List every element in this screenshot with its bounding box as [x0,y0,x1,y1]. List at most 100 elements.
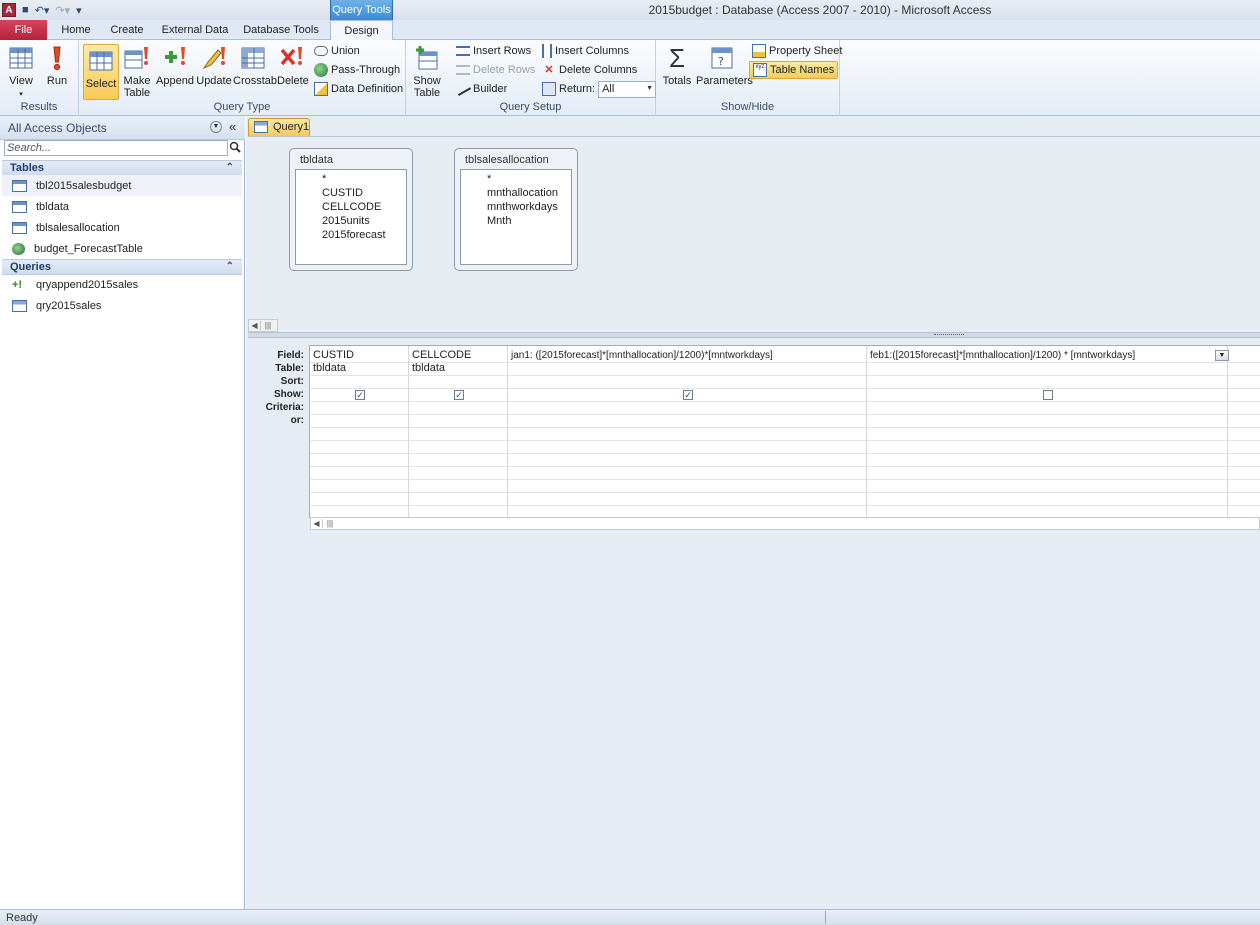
field-list: * mnthallocation mnthworkdays Mnth [460,169,572,265]
nav-menu-chevron-icon[interactable]: ▼ [210,121,222,133]
scroll-thumb[interactable]: ||| [323,519,337,528]
collapse-section-icon: ⌃ [225,261,234,272]
grid-row-line [310,440,1260,441]
field-item[interactable]: mnthworkdays [487,201,558,213]
append-query-icon: +! [12,278,23,291]
nav-query-item[interactable]: qry2015sales [2,295,242,316]
delete-columns-button[interactable]: ✕ Delete Columns [542,61,637,79]
delete-x-icon [280,47,302,66]
field-dropdown-button[interactable]: ▼ [1215,350,1229,361]
tab-query1[interactable]: Query1 [248,118,310,136]
show-table-icon [416,46,438,70]
grid-field-cell[interactable]: CELLCODE [412,349,471,362]
union-button[interactable]: Union [314,42,360,60]
grid-field-cell[interactable]: jan1: ([2015forecast]*[mnthallocation]/1… [511,349,773,362]
grid-scrollbar[interactable]: ◀ ||| [310,517,1260,530]
insert-columns-button[interactable]: Insert Columns [542,42,629,60]
tab-home[interactable]: Home [58,20,94,40]
grid-row-line [310,362,1260,363]
globe-icon [314,63,328,77]
grid-table-cell[interactable]: tbldata [313,362,346,375]
nav-table-item[interactable]: budget_ForecastTable [2,238,242,259]
return-combo[interactable]: All ▼ [598,80,657,98]
collapse-pane-icon[interactable]: « [229,119,236,134]
select-query-icon [12,299,27,312]
nav-search-input[interactable]: Search... [4,140,228,156]
field-item[interactable]: 2015units [322,215,370,227]
select-query-icon [89,51,113,71]
update-button[interactable]: Update [196,44,232,87]
run-button[interactable]: Run [43,44,71,87]
field-item[interactable]: * [322,173,326,185]
crosstab-icon [241,47,265,69]
undo-icon[interactable]: ↶▾ [35,4,50,17]
parameters-button[interactable]: ? Parameters [696,44,753,87]
delete-query-button[interactable]: Delete [277,44,309,87]
grid-row-line [310,466,1260,467]
grid-table-cell[interactable]: tbldata [412,362,445,375]
grid-field-cell[interactable]: feb1:([2015forecast]*[mnthallocation]/12… [870,349,1135,362]
property-sheet-button[interactable]: Property Sheet [752,42,842,60]
field-item[interactable]: Mnth [487,215,511,227]
table-names-button[interactable]: xyz Table Names [749,61,839,79]
row-label-or: or: [290,415,304,426]
show-checkbox[interactable]: ✓ [454,390,464,400]
tab-file[interactable]: File [0,20,47,40]
field-item[interactable]: CELLCODE [322,201,381,213]
field-item[interactable]: * [487,173,491,185]
group-show-hide: Σ Totals ? Parameters Property Sheet xyz… [656,40,842,116]
ribbon: View ▾ Run Results Select Make Table Appe… [0,40,1260,116]
delete-rows-button[interactable]: Delete Rows [456,61,535,79]
table-pane-scrollbar[interactable]: ◀ ||| [248,319,278,332]
pass-through-button[interactable]: Pass-Through [314,61,400,79]
table-box-tbldata[interactable]: tbldata * CUSTID CELLCODE 2015units 2015… [289,148,413,271]
field-item[interactable]: 2015forecast [322,229,386,241]
data-definition-icon [314,82,328,96]
group-results: View ▾ Run Results [0,40,79,116]
scroll-thumb[interactable]: ||| [261,321,275,330]
nav-query-item[interactable]: +! qryappend2015sales [2,274,242,295]
access-app-icon[interactable]: A [2,3,16,17]
field-item[interactable]: CUSTID [322,187,363,199]
group-query-type: Select Make Table Append Update Crosstab… [79,40,406,116]
show-table-button[interactable]: Show Table [412,44,442,99]
append-button[interactable]: Append [156,44,194,87]
tab-database-tools[interactable]: Database Tools [242,20,320,40]
nav-table-item[interactable]: tbl2015salesbudget [2,175,242,196]
ribbon-tabs: File Home Create External Data Database … [0,20,1260,41]
grid-row-line [310,375,1260,376]
customize-qat-icon[interactable]: ▾ [76,4,82,17]
show-checkbox[interactable]: ✓ [355,390,365,400]
svg-text:?: ? [718,55,724,68]
nav-section-tables[interactable]: Tables ⌃ [2,160,242,176]
builder-button[interactable]: Builder [454,80,507,98]
tab-external-data[interactable]: External Data [160,20,230,40]
totals-button[interactable]: Σ Totals [662,44,692,87]
nav-table-item[interactable]: tblsalesallocation [2,217,242,238]
redo-icon[interactable]: ↷▾ [55,4,70,17]
tab-create[interactable]: Create [107,20,147,40]
nav-header[interactable]: All Access Objects ▼ « [0,116,245,140]
splitter-grip[interactable] [934,334,964,337]
data-definition-button[interactable]: Data Definition [314,80,403,98]
nav-section-queries[interactable]: Queries ⌃ [2,259,242,275]
scroll-left-icon[interactable]: ◀ [249,321,261,330]
save-icon[interactable]: ■ [22,4,29,16]
show-checkbox[interactable] [1043,390,1053,400]
table-box-tblsalesallocation[interactable]: tblsalesallocation * mnthallocation mnth… [454,148,578,271]
scroll-left-icon[interactable]: ◀ [311,519,323,528]
nav-table-item[interactable]: tbldata [2,196,242,217]
insert-rows-button[interactable]: Insert Rows [456,42,531,60]
select-query-button[interactable]: Select [83,44,119,100]
crosstab-button[interactable]: Crosstab [233,44,277,87]
parameters-icon: ? [711,47,733,69]
field-item[interactable]: mnthallocation [487,187,558,199]
show-checkbox[interactable]: ✓ [683,390,693,400]
view-button[interactable]: View ▾ [6,44,36,101]
grid-field-cell[interactable]: CUSTID [313,349,354,362]
exclamation-icon [53,46,61,71]
search-icon[interactable] [229,141,241,153]
tab-design[interactable]: Design [330,20,393,41]
make-table-button[interactable]: Make Table [123,44,151,99]
row-label-table: Table: [275,363,304,374]
